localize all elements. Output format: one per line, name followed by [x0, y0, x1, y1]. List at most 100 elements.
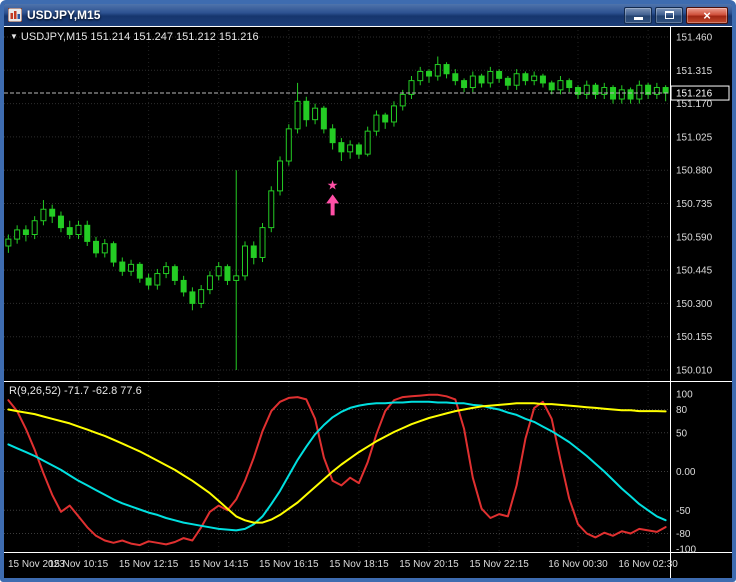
candle-body [163, 266, 170, 275]
svg-text:151.025: 151.025 [676, 132, 713, 143]
title-bar[interactable]: USDJPY,M15 × [4, 4, 732, 26]
candle-body [57, 215, 64, 229]
close-icon: × [703, 7, 711, 23]
candle-body [215, 266, 222, 277]
svg-text:150.880: 150.880 [676, 166, 713, 177]
candle-body [329, 128, 336, 144]
indicator-readout: R(9,26,52) -71.7 -62.8 77.6 [9, 385, 142, 397]
candle-body [250, 245, 257, 258]
candle-body [66, 227, 73, 236]
candle-body [259, 227, 266, 258]
star-icon: ★ [327, 179, 339, 194]
svg-text:15 Nov 22:15: 15 Nov 22:15 [469, 559, 529, 570]
oscillator-line-R26 [7, 400, 667, 532]
candle-body [636, 84, 643, 100]
candle-body [531, 75, 538, 82]
price-axis-labels: 151.460 151.315 151.170 151.025 150.880 150.7… [676, 33, 713, 377]
candle-body [49, 208, 56, 217]
candle-body [198, 289, 205, 304]
candle-body [548, 82, 555, 91]
candle-body [145, 277, 152, 286]
candle-body [277, 160, 284, 192]
indicator-label: R(9,26,52) [9, 385, 61, 397]
candle-body [128, 263, 135, 272]
candle-body [504, 77, 511, 86]
symbol-marker-icon: ▼ [10, 32, 18, 41]
candle-body [75, 224, 82, 236]
time-axis-labels: 15 Nov 202315 Nov 10:15 15 Nov 12:15 15 No… [8, 559, 678, 570]
restore-icon [664, 11, 674, 19]
candle-body [382, 114, 389, 123]
svg-text:50: 50 [676, 428, 688, 439]
candle-body [557, 80, 564, 91]
svg-text:15 Nov 16:15: 15 Nov 16:15 [259, 559, 319, 570]
candle-body [338, 142, 345, 153]
oscillator-line-R52 [7, 402, 667, 524]
candle-body [496, 70, 503, 79]
svg-text:16 Nov 02:30: 16 Nov 02:30 [618, 559, 678, 570]
candle-body [461, 80, 468, 89]
svg-text:150.735: 150.735 [676, 199, 713, 210]
svg-text:100: 100 [676, 390, 693, 401]
minimize-button[interactable] [624, 6, 652, 24]
candle-body [180, 279, 187, 293]
candle-body [539, 75, 546, 84]
candle-body [408, 80, 415, 95]
candle-body [119, 261, 126, 272]
ohlc-values: 151.214 151.247 151.212 151.216 [90, 31, 259, 43]
svg-text:151.315: 151.315 [676, 66, 713, 77]
window-title: USDJPY,M15 [27, 8, 101, 22]
svg-text:16 Nov 00:30: 16 Nov 00:30 [548, 559, 608, 570]
candle-body [233, 275, 240, 281]
ohlc-readout: ▼ USDJPY,M15 151.214 151.247 151.212 151.… [10, 31, 259, 43]
candle-body [513, 73, 520, 86]
candle-body [110, 243, 117, 263]
candle-body [40, 208, 47, 222]
minimize-icon [633, 16, 643, 20]
window-controls: × [624, 6, 728, 24]
candle-body [426, 70, 433, 77]
candle-body [84, 224, 91, 242]
candle-body [189, 291, 196, 304]
svg-text:15 Nov 14:15: 15 Nov 14:15 [189, 559, 249, 570]
candle-body [452, 73, 459, 82]
chart-window: USDJPY,M15 × 151.216 ★ 151.460 151.315 151.1… [0, 0, 736, 582]
up-arrow-icon [326, 194, 340, 216]
svg-text:150.300: 150.300 [676, 299, 713, 310]
candle-body [136, 263, 143, 279]
candle-body [268, 190, 275, 229]
chart-canvas[interactable]: 151.216 ★ 151.460 151.315 151.170 151.025 150.… [4, 26, 732, 578]
restore-button[interactable] [655, 6, 683, 24]
svg-text:15 Nov 20:15: 15 Nov 20:15 [399, 559, 459, 570]
oscillator-line-R9 [7, 393, 667, 547]
svg-text:15 Nov 12:15: 15 Nov 12:15 [119, 559, 179, 570]
svg-text:-80: -80 [676, 529, 691, 540]
candle-body [417, 70, 424, 82]
svg-text:150.445: 150.445 [676, 266, 713, 277]
app-icon[interactable] [8, 8, 22, 22]
close-button[interactable]: × [686, 6, 728, 24]
candle-body [390, 105, 397, 123]
candle-body [487, 70, 494, 84]
candle-body [303, 100, 310, 121]
svg-text:151.170: 151.170 [676, 99, 713, 110]
candle-body [618, 89, 625, 100]
candle-body [627, 89, 634, 100]
candle-body [522, 73, 529, 82]
candle-body [355, 144, 362, 155]
candle-body [662, 87, 669, 94]
candle-body [399, 93, 406, 107]
candle-body [469, 75, 476, 89]
candle-body [206, 275, 213, 291]
candle-body [294, 100, 301, 130]
candle-body [443, 64, 450, 75]
svg-text:150.155: 150.155 [676, 332, 713, 343]
candle-body [5, 238, 12, 247]
candle-body [14, 229, 21, 240]
svg-text:150.590: 150.590 [676, 232, 713, 243]
svg-text:0.00: 0.00 [676, 467, 696, 478]
candle-body [312, 107, 319, 121]
candle-body [22, 229, 29, 236]
candle-body [171, 266, 178, 281]
svg-text:151.216: 151.216 [676, 89, 713, 100]
